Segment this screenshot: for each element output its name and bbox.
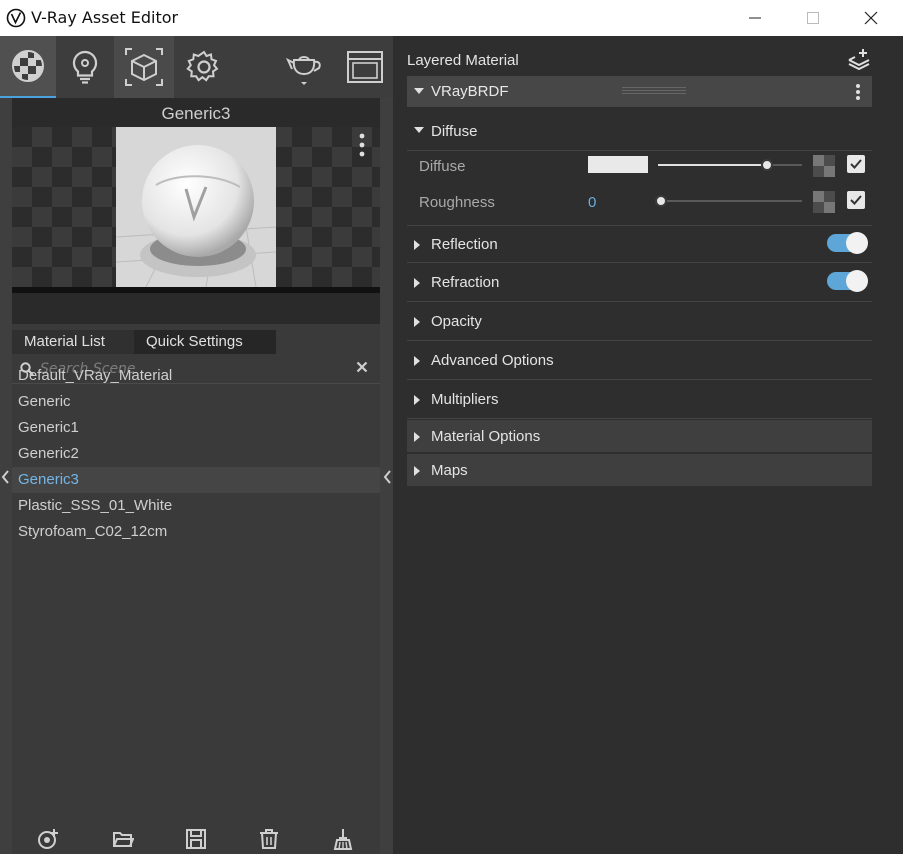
title-bar: V-Ray Asset Editor bbox=[0, 0, 903, 36]
collapse-editor-icon[interactable] bbox=[382, 469, 392, 485]
save-icon[interactable] bbox=[185, 828, 207, 850]
section-multipliers[interactable]: Multipliers bbox=[407, 381, 872, 419]
drag-handle[interactable] bbox=[622, 87, 686, 96]
list-item[interactable]: Styrofoam_C02_12cm bbox=[12, 519, 380, 545]
slider-thumb[interactable] bbox=[655, 195, 667, 207]
render-button[interactable] bbox=[280, 36, 330, 98]
maximize-icon bbox=[807, 12, 819, 24]
tab-quick-settings[interactable]: Quick Settings bbox=[134, 330, 276, 354]
preview-sphere-render bbox=[116, 127, 276, 287]
cube-icon bbox=[125, 48, 163, 86]
close-icon bbox=[864, 11, 878, 25]
chevron-down-icon bbox=[414, 127, 424, 133]
list-item[interactable]: Default_VRay_Material bbox=[12, 363, 380, 389]
section-opacity[interactable]: Opacity bbox=[407, 303, 872, 341]
tab-material-list[interactable]: Material List bbox=[12, 330, 134, 354]
param-diffuse: Diffuse bbox=[407, 149, 872, 185]
chevron-right-icon bbox=[414, 317, 420, 327]
roughness-slider[interactable] bbox=[655, 195, 802, 207]
vray-logo-icon bbox=[6, 8, 26, 28]
preview-progress-bar bbox=[12, 287, 380, 293]
material-editor-panel: Layered Material VRayBRDF Diffuse Diffus… bbox=[393, 36, 903, 854]
material-sphere-icon bbox=[12, 50, 44, 82]
section-advanced-options[interactable]: Advanced Options bbox=[407, 342, 872, 380]
list-item-selected[interactable]: Generic3 bbox=[12, 467, 380, 493]
section-label: Diffuse bbox=[431, 123, 478, 140]
chevron-right-icon bbox=[414, 432, 420, 442]
chevron-right-icon bbox=[414, 278, 420, 288]
chevron-right-icon bbox=[414, 240, 420, 250]
chevron-right-icon bbox=[414, 466, 420, 476]
layer-title: Layered Material bbox=[407, 52, 519, 69]
texture-slot-icon[interactable] bbox=[813, 155, 835, 177]
diffuse-enable-checkbox[interactable] bbox=[847, 155, 865, 173]
layer-options-icon[interactable] bbox=[855, 83, 861, 101]
preview-render-image bbox=[116, 127, 276, 287]
diffuse-slider[interactable] bbox=[658, 159, 802, 171]
minimize-button[interactable] bbox=[726, 0, 784, 36]
lights-tab[interactable] bbox=[56, 36, 114, 98]
maximize-button[interactable] bbox=[784, 0, 842, 36]
diffuse-color-swatch[interactable] bbox=[588, 156, 648, 173]
preview-material-name: Generic3 bbox=[161, 104, 231, 123]
material-preview: Generic3 bbox=[12, 98, 380, 324]
section-label: Material Options bbox=[431, 428, 541, 445]
texture-slot-icon[interactable] bbox=[813, 191, 835, 213]
settings-tab[interactable] bbox=[174, 36, 234, 98]
geometry-tab[interactable] bbox=[114, 36, 174, 98]
section-label: Opacity bbox=[431, 313, 482, 330]
list-item[interactable]: Generic2 bbox=[12, 441, 380, 467]
section-diffuse[interactable]: Diffuse bbox=[407, 113, 872, 151]
roughness-value[interactable]: 0 bbox=[588, 194, 596, 211]
reflection-toggle[interactable] bbox=[827, 232, 868, 254]
section-reflection[interactable]: Reflection bbox=[407, 225, 872, 263]
section-label: Refraction bbox=[431, 274, 500, 291]
list-item[interactable]: Generic bbox=[12, 389, 380, 415]
category-toolbar bbox=[0, 36, 393, 98]
teapot-icon bbox=[285, 56, 321, 85]
chevron-right-icon bbox=[414, 356, 420, 366]
section-label: Multipliers bbox=[431, 391, 499, 408]
section-label: Maps bbox=[431, 462, 468, 479]
close-button[interactable] bbox=[842, 0, 900, 36]
section-label: Advanced Options bbox=[431, 352, 554, 369]
param-label: Roughness bbox=[419, 194, 495, 211]
slider-thumb[interactable] bbox=[761, 159, 773, 171]
section-label: Reflection bbox=[431, 236, 498, 253]
open-folder-icon[interactable] bbox=[112, 828, 134, 850]
frame-buffer-button[interactable] bbox=[340, 36, 390, 98]
gear-icon bbox=[186, 50, 219, 82]
vraybrdf-layer-header[interactable]: VRayBRDF bbox=[407, 76, 872, 107]
layer-label: VRayBRDF bbox=[431, 83, 509, 100]
material-actions-bar bbox=[12, 822, 380, 854]
add-material-icon[interactable] bbox=[37, 828, 59, 850]
roughness-enable-checkbox[interactable] bbox=[847, 191, 865, 209]
material-list: Default_VRay_Material Generic Generic1 G… bbox=[12, 363, 380, 545]
add-layer-icon[interactable] bbox=[847, 48, 871, 70]
materials-tab[interactable] bbox=[0, 36, 56, 98]
toggle-knob bbox=[846, 270, 868, 292]
purge-icon[interactable] bbox=[332, 828, 354, 850]
delete-icon[interactable] bbox=[258, 828, 280, 850]
window-title: V-Ray Asset Editor bbox=[31, 8, 179, 27]
chevron-down-icon bbox=[414, 88, 424, 94]
lightbulb-icon bbox=[72, 50, 98, 84]
minimize-icon bbox=[749, 17, 761, 19]
collapse-left-icon[interactable] bbox=[0, 469, 10, 485]
slider-fill bbox=[658, 164, 767, 166]
chevron-right-icon bbox=[414, 395, 420, 405]
list-item[interactable]: Plastic_SSS_01_White bbox=[12, 493, 380, 519]
left-tabs: Material List Quick Settings bbox=[12, 330, 380, 354]
toggle-knob bbox=[846, 232, 868, 254]
section-refraction[interactable]: Refraction bbox=[407, 264, 872, 302]
section-maps[interactable]: Maps bbox=[407, 454, 872, 486]
frame-buffer-icon bbox=[347, 51, 383, 83]
refraction-toggle[interactable] bbox=[827, 270, 868, 292]
param-roughness: Roughness 0 bbox=[407, 185, 872, 221]
param-label: Diffuse bbox=[419, 158, 466, 175]
preview-options-icon[interactable] bbox=[357, 132, 367, 158]
list-item[interactable]: Generic1 bbox=[12, 415, 380, 441]
left-panel: Generic3 Material List Quick Settings Se… bbox=[0, 36, 393, 854]
section-material-options[interactable]: Material Options bbox=[407, 420, 872, 452]
